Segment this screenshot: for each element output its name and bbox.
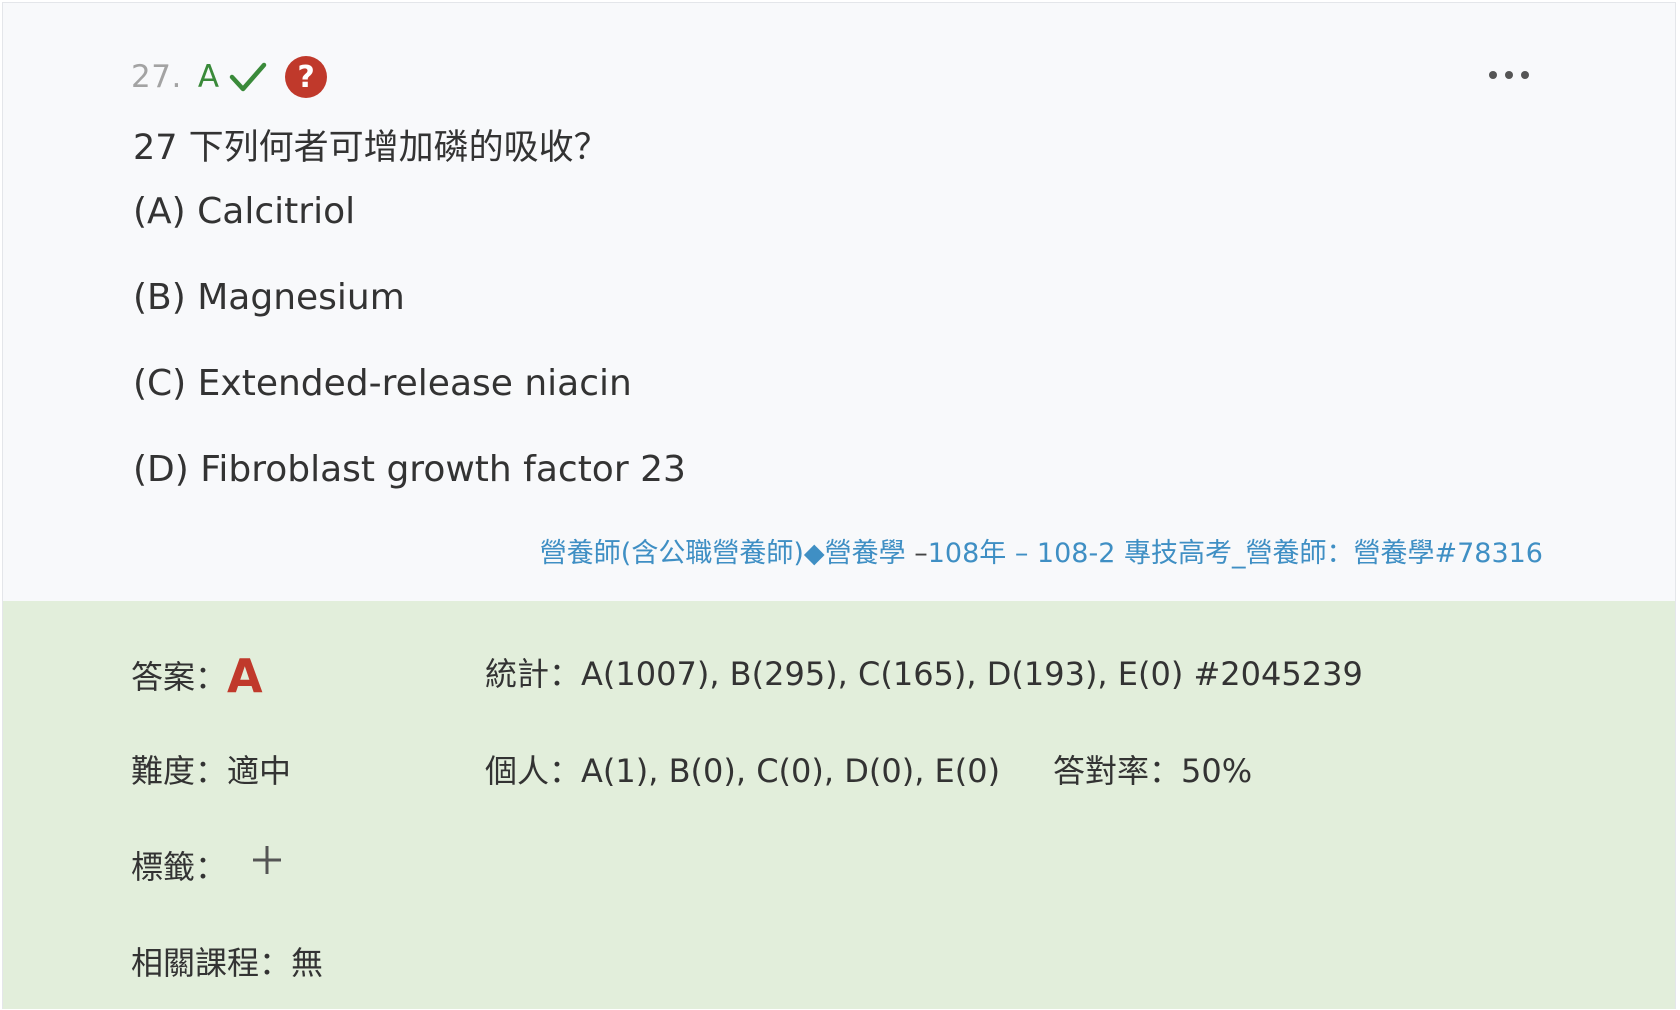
source-subject[interactable]: 營養師(含公職營養師)◆營養學 — [540, 538, 906, 569]
personal-label: 個人： — [485, 752, 582, 790]
help-symbol: ? — [297, 59, 315, 95]
overall-stats-row: 統計：A(1007), B(295), C(165), D(193), E(0)… — [485, 649, 1363, 695]
overall-label: 統計： — [485, 655, 582, 693]
checkmark-icon — [229, 62, 267, 92]
plus-icon[interactable] — [250, 843, 284, 877]
related-label: 相關課程： — [131, 944, 292, 982]
more-dot — [1489, 71, 1497, 79]
related-course-row: 相關課程：無 — [131, 938, 323, 984]
question-text: 27 下列何者可增加磷的吸收？ — [133, 128, 609, 168]
option-d: (D) Fibroblast growth factor 23 — [133, 449, 686, 490]
overall-value: A(1007), B(295), C(165), D(193), E(0) #2… — [581, 655, 1363, 693]
question-card: 27. A ? 27 下列何者可增加磷的吸收？ (A) Calcitriol (… — [2, 2, 1676, 1009]
more-dot — [1521, 71, 1529, 79]
related-value: 無 — [291, 944, 324, 982]
answer-label: 答案： — [131, 658, 228, 696]
source-link[interactable]: 營養師(含公職營養師)◆營養學 –108年 – 108-2 專技高考_營養師：營… — [540, 531, 1543, 570]
rate-label: 答對率： — [1053, 752, 1182, 790]
more-dot — [1505, 71, 1513, 79]
personal-value: A(1), B(0), C(0), D(0), E(0) — [581, 752, 1001, 790]
answer-row: 答案：A — [131, 649, 263, 703]
source-exam[interactable]: 108年 – 108-2 專技高考_營養師：營養學#78316 — [928, 538, 1543, 569]
difficulty-label: 難度： — [131, 752, 228, 790]
tags-row: 標籤： — [131, 842, 227, 888]
user-answer: A — [197, 59, 220, 95]
source-dash: – — [905, 538, 928, 569]
stats-panel: 答案：A 難度：適中 標籤： 相關課程：無 統計：A(1007), B(295)… — [3, 601, 1675, 1009]
tags-label: 標籤： — [131, 848, 228, 886]
more-horizontal-icon[interactable] — [1489, 63, 1529, 87]
option-c: (C) Extended-release niacin — [133, 363, 632, 404]
rate-value: 50% — [1181, 752, 1253, 790]
question-header: 27. A ? — [131, 55, 328, 99]
difficulty-value: 適中 — [227, 752, 292, 790]
option-a: (A) Calcitriol — [133, 191, 356, 232]
correct-rate-row: 答對率：50% — [1053, 746, 1252, 792]
option-b: (B) Magnesium — [133, 277, 405, 318]
question-mark-icon[interactable]: ? — [285, 56, 328, 98]
personal-stats-row: 個人：A(1), B(0), C(0), D(0), E(0) — [485, 746, 1000, 792]
question-number: 27. — [131, 59, 182, 95]
answer-value: A — [227, 649, 263, 703]
difficulty-row: 難度：適中 — [131, 746, 291, 792]
